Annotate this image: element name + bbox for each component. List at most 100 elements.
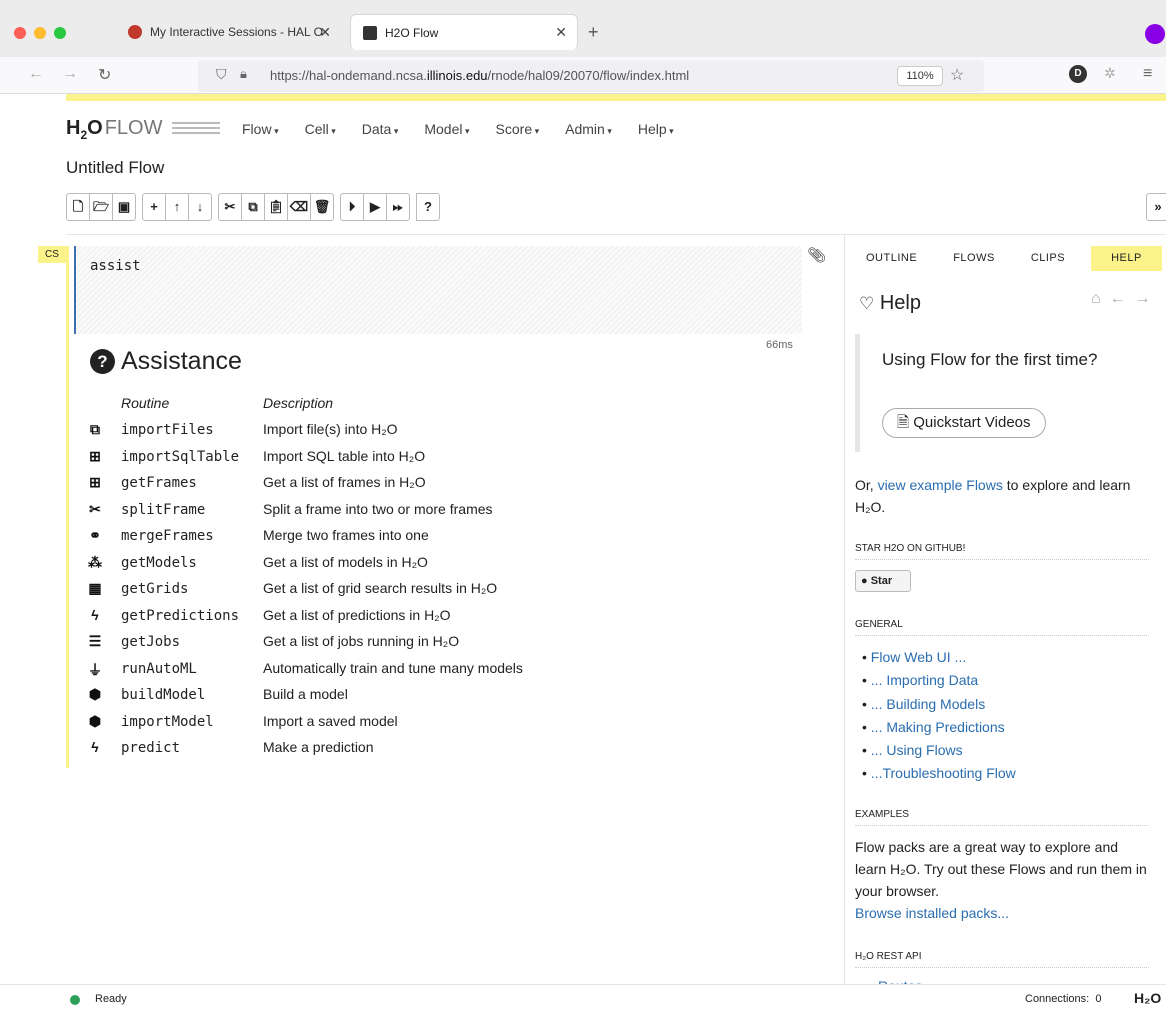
open-folder-icon[interactable]: 🗁︎ xyxy=(89,193,113,221)
help-question-icon[interactable]: ? xyxy=(416,193,440,221)
examples-description: Flow packs are a great way to explore an… xyxy=(855,839,1147,921)
browse-packs-link[interactable]: Browse installed packs... xyxy=(855,905,1009,921)
routine-row: ☰ getJobs Get a list of jobs running in H₂… xyxy=(87,630,787,657)
close-window-button[interactable] xyxy=(14,27,26,39)
eraser-icon[interactable]: ⌫ xyxy=(287,193,311,221)
home-icon[interactable]: ⌂ xyxy=(1091,290,1101,307)
link-building-models[interactable]: ... Building Models xyxy=(871,696,985,712)
cut-icon[interactable]: ✂ xyxy=(218,193,242,221)
flow-title[interactable]: Untitled Flow xyxy=(66,158,164,178)
extensions-gear-icon[interactable]: ✲ xyxy=(1104,65,1116,82)
minimize-window-button[interactable] xyxy=(34,27,46,39)
routine-row: ⊞ getFrames Get a list of frames in H₂O xyxy=(87,471,787,498)
routine-buildModel[interactable]: buildModel xyxy=(121,687,205,703)
cell-type-badge[interactable]: CS xyxy=(38,246,66,263)
reload-icon[interactable]: ↻ xyxy=(98,65,111,85)
table-icon: ⊞ xyxy=(89,447,101,464)
routine-importModel[interactable]: importModel xyxy=(121,714,214,730)
routine-mergeFrames[interactable]: mergeFrames xyxy=(121,528,214,544)
menu-model[interactable]: Model xyxy=(424,121,469,137)
routine-getModels[interactable]: getModels xyxy=(121,555,197,571)
menu-data[interactable]: Data xyxy=(362,121,399,137)
top-accent-bar xyxy=(66,94,1166,101)
forward-arrow-icon[interactable]: → xyxy=(1134,290,1150,307)
zoom-level[interactable]: 110% xyxy=(897,66,943,86)
list-item: ... Using Flows xyxy=(862,739,1016,762)
trash-icon[interactable]: 🗑︎ xyxy=(310,193,334,221)
cube-icon: ⬢ xyxy=(88,686,102,702)
play-icon[interactable]: ▶ xyxy=(363,193,387,221)
close-icon[interactable]: ✕ xyxy=(319,24,331,41)
link-icon: ⚭ xyxy=(89,527,101,543)
menu-score[interactable]: Score xyxy=(496,121,540,137)
browser-tab-h2o-flow[interactable]: H2O Flow ✕ xyxy=(350,14,578,50)
routine-description: Get a list of predictions in H₂O xyxy=(263,606,451,623)
cell-code-text[interactable]: assist xyxy=(90,258,141,274)
routine-importSqlTable[interactable]: importSqlTable xyxy=(121,449,239,465)
paste-icon[interactable]: 📋︎ xyxy=(264,193,288,221)
link-using-flows[interactable]: ... Using Flows xyxy=(871,742,963,758)
forward-icon[interactable]: → xyxy=(62,65,78,83)
back-icon[interactable]: ← xyxy=(28,65,44,83)
hamburger-menu-icon[interactable]: ≡ xyxy=(1143,65,1152,83)
tab-label: My Interactive Sessions - HAL O xyxy=(150,25,323,39)
github-star-button[interactable]: ● Star xyxy=(855,570,911,592)
copy-icon[interactable]: ⧉ xyxy=(241,193,265,221)
routine-row: ⏚ runAutoML Automatically train and tune m… xyxy=(87,657,787,684)
lock-icon[interactable]: 🔒︎ xyxy=(240,66,247,82)
help-nav: ⌂ ← → xyxy=(1091,290,1150,308)
tab-help[interactable]: HELP xyxy=(1091,246,1162,271)
routine-splitFrame[interactable]: splitFrame xyxy=(121,502,205,518)
menu-admin[interactable]: Admin xyxy=(565,121,612,137)
link-flow-web-ui[interactable]: Flow Web UI ... xyxy=(871,649,966,665)
status-bar: Ready Connections: 0 H₂O xyxy=(0,984,1166,1014)
close-icon[interactable]: ✕ xyxy=(555,24,567,41)
link-importing-data[interactable]: ... Importing Data xyxy=(871,672,978,688)
routine-getPredictions[interactable]: getPredictions xyxy=(121,608,239,624)
link-making-predictions[interactable]: ... Making Predictions xyxy=(871,719,1005,735)
routine-importFiles[interactable]: importFiles xyxy=(121,422,214,438)
tab-clips[interactable]: CLIPS xyxy=(1021,246,1075,271)
fast-forward-icon[interactable]: ⏩︎ xyxy=(386,193,410,221)
link-troubleshooting[interactable]: ...Troubleshooting Flow xyxy=(871,765,1016,781)
save-icon[interactable]: ▣ xyxy=(112,193,136,221)
routine-getGrids[interactable]: getGrids xyxy=(121,581,188,597)
menu-help[interactable]: Help xyxy=(638,121,674,137)
view-example-flows-link[interactable]: view example Flows xyxy=(878,477,1003,493)
extension-icon[interactable] xyxy=(1145,24,1165,44)
quickstart-videos-button[interactable]: 🗎︎ Quickstart Videos xyxy=(882,408,1046,438)
browser-tab-sessions[interactable]: My Interactive Sessions - HAL O ✕ xyxy=(116,16,341,48)
bookmark-star-icon[interactable]: ☆ xyxy=(950,65,964,85)
toggle-sidebar-icon[interactable]: » xyxy=(1146,193,1166,221)
new-file-icon[interactable]: 🗋︎ xyxy=(66,193,90,221)
routine-getFrames[interactable]: getFrames xyxy=(121,475,197,491)
url-bar[interactable]: ⛉ 🔒︎ https://hal-ondemand.ncsa.illinois.… xyxy=(198,60,984,92)
tab-label: H2O Flow xyxy=(385,25,439,40)
tab-flows[interactable]: FLOWS xyxy=(943,246,1005,271)
url-text[interactable]: https://hal-ondemand.ncsa.illinois.edu/r… xyxy=(270,68,689,83)
maximize-window-button[interactable] xyxy=(54,27,66,39)
list-item: ...Troubleshooting Flow xyxy=(862,762,1016,785)
routine-predict[interactable]: predict xyxy=(121,740,180,756)
back-arrow-icon[interactable]: ← xyxy=(1110,290,1126,307)
menu-cell[interactable]: Cell xyxy=(305,121,336,137)
move-up-icon[interactable]: ↑ xyxy=(165,193,189,221)
shield-icon[interactable]: ⛉ xyxy=(216,66,227,83)
move-down-icon[interactable]: ↓ xyxy=(188,193,212,221)
new-tab-button[interactable]: + xyxy=(588,22,599,43)
cube-icon: ⬢ xyxy=(88,712,102,729)
first-time-callout: Using Flow for the first time? 🗎︎ Quicks… xyxy=(855,334,1155,452)
cell-code-editor[interactable]: assist xyxy=(74,246,802,334)
assistance-heading: ? Assistance xyxy=(90,347,242,376)
insert-cell-plus-icon[interactable]: + xyxy=(142,193,166,221)
menu-flow[interactable]: Flow xyxy=(242,121,279,137)
avatar[interactable]: D xyxy=(1069,65,1087,83)
tab-outline[interactable]: OUTLINE xyxy=(856,246,927,271)
step-icon[interactable]: ⏵︎ xyxy=(340,193,364,221)
paperclip-icon[interactable]: 📎︎ xyxy=(807,246,826,264)
file-video-icon: 🗎︎ xyxy=(897,414,910,431)
sidebar-tabs: OUTLINE FLOWS CLIPS HELP xyxy=(856,246,1162,271)
routine-getJobs[interactable]: getJobs xyxy=(121,634,180,650)
routine-runAutoML[interactable]: runAutoML xyxy=(121,661,197,677)
routine-description: Merge two frames into one xyxy=(263,527,429,543)
